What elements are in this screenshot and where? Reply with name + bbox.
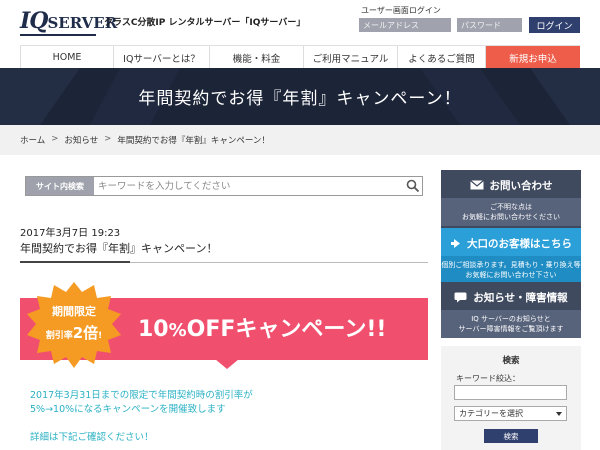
burst-rate-suffix: ! xyxy=(98,331,103,341)
post-title-rule-accent xyxy=(20,261,130,263)
nav-item-about[interactable]: IQサーバーとは？ xyxy=(114,46,210,69)
site-tagline: クラスC分散IP レンタルサーバー「IQサーバー」 xyxy=(104,18,306,28)
sidebar-info-line: サーバー障害情報をご覧頂けます xyxy=(458,325,564,333)
site-search-label: サイト内検索 xyxy=(26,177,94,195)
site-header: IQSERVER クラスC分散IP レンタルサーバー「IQサーバー」 ユーザー画… xyxy=(0,0,600,45)
nav-item-features[interactable]: 機能・料金 xyxy=(210,46,304,69)
post-body-line: 5%→10%になるキャンペーンを開催致します xyxy=(30,404,226,415)
chevron-down-icon xyxy=(556,412,562,416)
login-email-input[interactable] xyxy=(359,18,451,32)
sidebar-keyword-label: キーワード絞込： xyxy=(456,374,520,383)
sidebar-contact-head: お問い合わせ xyxy=(441,176,581,194)
campaign-headline-rest: OFFキャンペーン!! xyxy=(186,317,387,342)
sidebar-info[interactable]: お知らせ・障害情報 IQ サーバーのお知らせと サーバー障害情報をご覧頂けます xyxy=(441,282,581,338)
post-body-line: 2017年3月31日までの限定で年間契約時の割引率が xyxy=(30,390,253,401)
sidebar-contact-line: お気軽にお問い合わせください xyxy=(462,213,560,221)
sidebar-info-body: IQ サーバーのお知らせと サーバー障害情報をご覧頂けます xyxy=(441,310,581,338)
nav-item-signup[interactable]: 新規お申込 xyxy=(486,46,580,69)
post-title: 年間契約でお得『年割』キャンペーン！ xyxy=(20,242,218,255)
campaign-headline: 10%OFFキャンペーン!! xyxy=(138,311,386,343)
sidebar-search-title: 検索 xyxy=(502,356,520,366)
sidebar-large-title: 大口のお客様はこちら xyxy=(467,237,572,250)
sidebar-contact-body: ご不明な点は お気軽にお問い合わせください xyxy=(441,198,581,226)
post-date: 2017年3月7日 19:23 xyxy=(20,228,121,239)
breadcrumb-current: 年間契約でお得『年割』キャンペーン！ xyxy=(117,136,270,146)
nav-item-home[interactable]: HOME xyxy=(20,46,114,69)
burst-rate-num: 2倍 xyxy=(72,324,99,342)
site-search-input[interactable] xyxy=(98,179,398,193)
logo-iq: IQ xyxy=(20,8,48,34)
breadcrumb-separator: > xyxy=(104,134,112,144)
burst-rate-prefix: 割引率 xyxy=(45,331,73,341)
sidebar-contact-line: ご不明な点は xyxy=(490,203,532,211)
sidebar-large-head: 大口のお客様はこちら xyxy=(441,234,581,252)
sidebar-search: 検索 キーワード絞込： カテゴリーを選択 検索 xyxy=(441,346,581,450)
global-nav: HOME IQサーバーとは？ 機能・料金 ご利用マニュアル よくあるご質問 新規… xyxy=(20,45,580,69)
site-search: サイト内検索 xyxy=(25,176,423,196)
campaign-headline-pct: % xyxy=(168,320,187,341)
campaign-banner-notch xyxy=(215,359,239,369)
breadcrumb-home[interactable]: ホーム xyxy=(20,134,45,146)
hero-banner: 年間契約でお得『年割』キャンペーン！ xyxy=(0,68,600,125)
sidebar-large-customer[interactable]: 大口のお客様はこちら 個別ご相談承ります。見積もり・乗り換え等 お気軽にお問い合… xyxy=(441,228,581,284)
mail-icon xyxy=(469,180,484,190)
sidebar-keyword-input[interactable] xyxy=(454,385,567,400)
sidebar-contact-title: お問い合わせ xyxy=(489,179,553,192)
sidebar-category-value: カテゴリーを選択 xyxy=(459,409,523,418)
login-password-input[interactable] xyxy=(457,18,522,32)
login-button[interactable]: ログイン xyxy=(529,17,580,33)
arrow-right-icon xyxy=(451,238,460,248)
burst-limited-text: 期間限定 xyxy=(52,305,96,318)
breadcrumb-news[interactable]: お知らせ xyxy=(64,134,98,146)
breadcrumb-separator: > xyxy=(51,134,59,144)
sidebar-large-line: お気軽にお問い合わせ下さい xyxy=(465,271,557,279)
speech-bubble-icon xyxy=(454,292,467,302)
sidebar-category-select[interactable]: カテゴリーを選択 xyxy=(454,406,567,421)
sidebar-info-title: お知らせ・障害情報 xyxy=(473,291,568,304)
site-logo[interactable]: IQSERVER xyxy=(20,8,117,34)
logo-underline xyxy=(20,34,96,36)
sidebar-info-line: IQ サーバーのお知らせと xyxy=(471,315,551,323)
campaign-headline-num: 10 xyxy=(138,317,169,342)
nav-item-faq[interactable]: よくあるご質問 xyxy=(398,46,486,69)
sidebar-large-body: 個別ご相談承ります。見積もり・乗り換え等 お気軽にお問い合わせ下さい xyxy=(441,256,581,284)
post-body-line: 詳細は下記ご確認ください！ xyxy=(30,432,154,443)
sidebar-large-line: 個別ご相談承ります。見積もり・乗り換え等 xyxy=(441,261,581,269)
sidebar-contact[interactable]: お問い合わせ ご不明な点は お気軽にお問い合わせください xyxy=(441,170,581,228)
burst-rate-text: 割引率2倍! xyxy=(24,322,124,343)
breadcrumb: ホーム > お知らせ > 年間契約でお得『年割』キャンペーン！ xyxy=(20,134,270,146)
login-title: ユーザー画面ログイン xyxy=(361,6,441,15)
sidebar-search-button[interactable]: 検索 xyxy=(484,429,538,443)
sidebar-info-head: お知らせ・障害情報 xyxy=(441,288,581,306)
search-icon[interactable] xyxy=(406,179,420,193)
nav-item-manual[interactable]: ご利用マニュアル xyxy=(304,46,398,69)
page-title: 年間契約でお得『年割』キャンペーン！ xyxy=(138,89,462,109)
